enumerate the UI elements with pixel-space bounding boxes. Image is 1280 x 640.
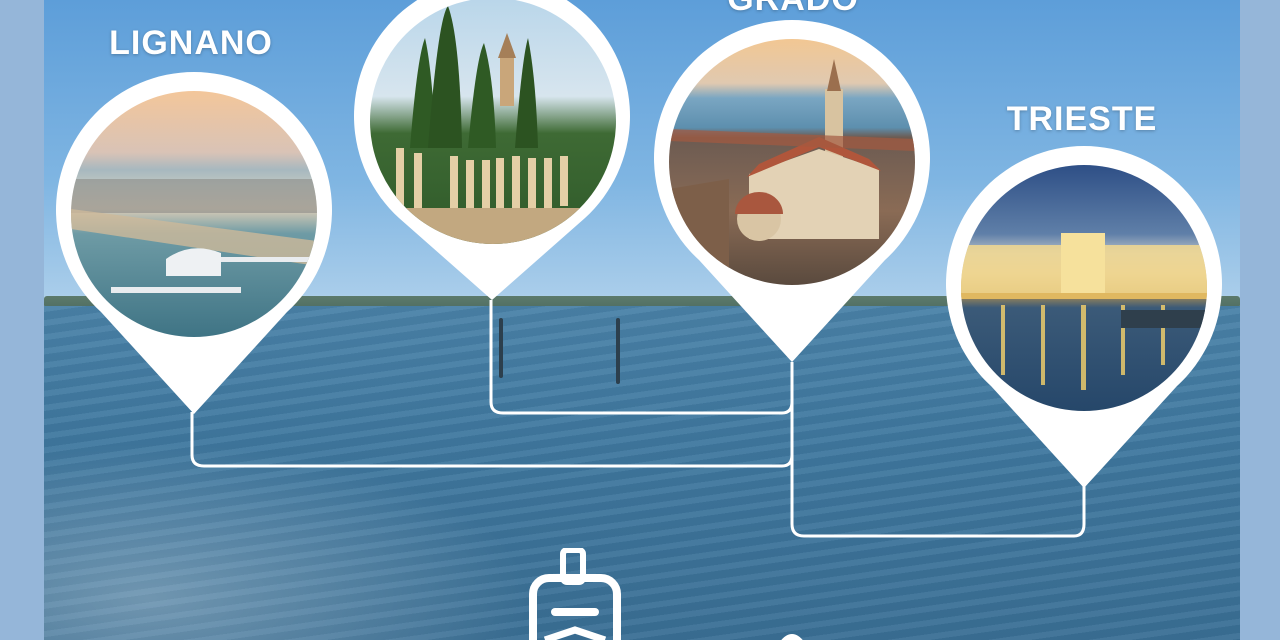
label-trieste: TRIESTE xyxy=(1006,100,1158,138)
arrow-icon xyxy=(781,634,803,640)
ferry-icon xyxy=(529,548,621,640)
label-grado: GRADO xyxy=(727,0,859,19)
lignano-photo xyxy=(71,91,317,337)
left-border xyxy=(0,0,44,640)
label-lignano: LIGNANO xyxy=(109,24,273,62)
aquileia-photo xyxy=(370,0,616,244)
right-border xyxy=(1240,0,1280,640)
map-pin-aquileia[interactable] xyxy=(354,0,630,302)
map-pin-lignano[interactable] xyxy=(56,72,333,416)
map-pin-trieste[interactable] xyxy=(946,146,1222,490)
infographic-canvas: LIGNANO GRADO TRIESTE xyxy=(0,0,1280,640)
map-pin-grado[interactable] xyxy=(654,20,930,364)
lagoon-photo-background: LIGNANO GRADO TRIESTE xyxy=(44,0,1240,640)
grado-photo xyxy=(669,39,915,285)
trieste-photo xyxy=(961,165,1207,411)
